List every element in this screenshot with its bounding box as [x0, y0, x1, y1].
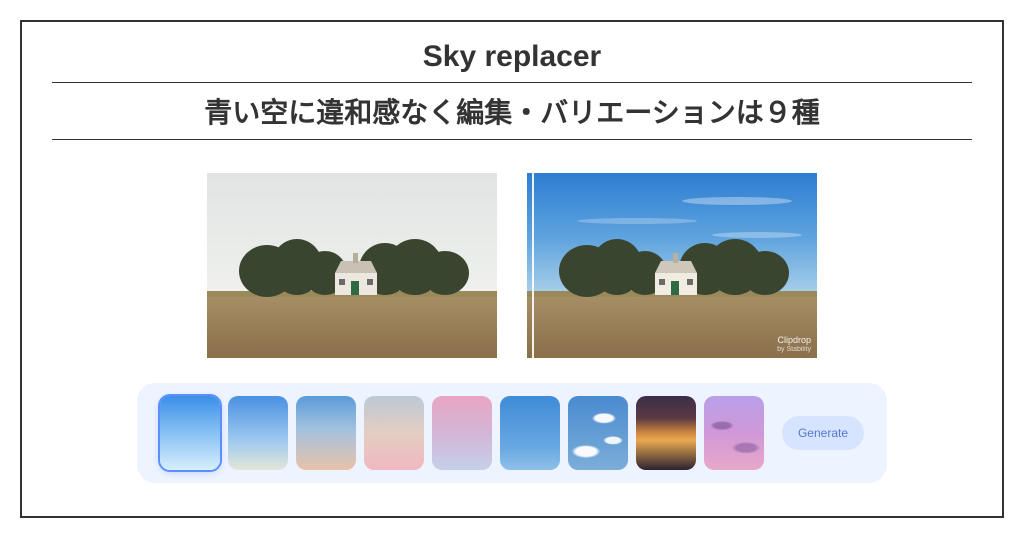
- sky-swatch-blue-horizon[interactable]: [228, 396, 288, 470]
- page-title: Sky replacer: [52, 32, 972, 83]
- sky-swatch-deep-blue[interactable]: [500, 396, 560, 470]
- generate-button[interactable]: Generate: [782, 416, 864, 450]
- before-after-row: Clipdrop by Stability: [207, 173, 817, 358]
- sky-swatch-pale-dusk[interactable]: [364, 396, 424, 470]
- sky-swatch-pink-lavender[interactable]: [432, 396, 492, 470]
- sky-swatch-purple-clouds[interactable]: [704, 396, 764, 470]
- sky-palette: Generate: [137, 383, 887, 483]
- sky-swatch-blue-to-peach[interactable]: [296, 396, 356, 470]
- content-area: Clipdrop by Stability Generate: [52, 140, 972, 501]
- sky-swatch-sunset[interactable]: [636, 396, 696, 470]
- after-image: Clipdrop by Stability: [527, 173, 817, 358]
- watermark-line2: by Stability: [777, 346, 811, 354]
- page-subtitle: 青い空に違和感なく編集・バリエーションは９種: [52, 83, 972, 140]
- watermark: Clipdrop by Stability: [777, 336, 811, 354]
- sky-swatch-clear-blue[interactable]: [160, 396, 220, 470]
- before-image: [207, 173, 497, 358]
- watermark-line1: Clipdrop: [777, 336, 811, 346]
- slide-frame: Sky replacer 青い空に違和感なく編集・バリエーションは９種: [20, 20, 1004, 518]
- sky-swatch-clouds[interactable]: [568, 396, 628, 470]
